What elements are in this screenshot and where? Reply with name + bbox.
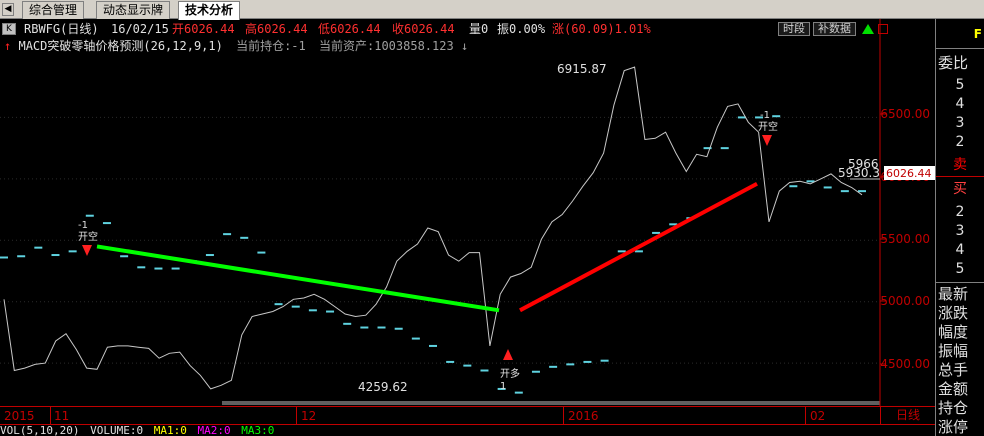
bid-ask-separator <box>936 176 984 177</box>
quote-stats: 最新 涨跌 幅度 振幅 总手 金额 持仓 涨停 <box>938 285 968 436</box>
stats-separator <box>936 282 984 283</box>
assets-value: 当前资产:1003858.123 <box>319 39 454 53</box>
price-chart[interactable]: 6500.00 6000.00 5500.00 5000.00 4500.00 … <box>0 0 935 406</box>
sell-level-4: 4 <box>955 96 965 112</box>
long-signal-arrow <box>503 349 513 360</box>
short-signal-1-arrow <box>82 245 92 256</box>
symbol: RBWFG(日线) <box>24 22 99 36</box>
price-tick: 4500.00 <box>880 357 930 371</box>
stat-amplitude: 振幅 <box>938 342 969 360</box>
price-tick: 5500.00 <box>880 232 930 246</box>
price-tick: 5000.00 <box>880 294 930 308</box>
price-tick: 6500.00 <box>880 107 930 121</box>
close-price: 收6026.44 <box>392 22 455 36</box>
stat-latest: 最新 <box>938 285 969 303</box>
current-price-value: 6026.44 <box>886 167 932 180</box>
trading-app: ◀ 综合管理 动态显示牌 技术分析 6500.00 6000.00 5500.0… <box>0 0 984 436</box>
time-tick: 12 <box>301 409 317 423</box>
time-tick: 2015 <box>4 409 35 423</box>
buy-level-4: 4 <box>955 242 965 258</box>
time-axis: 2015 11 12 2016 02 <box>0 406 935 425</box>
settings-square-icon[interactable] <box>878 24 888 34</box>
volume-indicator-row: VOL(5,10,20) VOLUME:0 MA1:0 MA2:0 MA3:0 <box>0 424 935 436</box>
stat-total-lots: 总手 <box>938 361 969 379</box>
indicator-row: ↑ MACD突破零轴价格预测(26,12,9,1) 当前持仓:-1 当前资产:1… <box>4 38 468 54</box>
short-signal-2-arrow <box>762 135 772 146</box>
sell-level-5: 5 <box>955 77 965 93</box>
price-axis: 6500.00 6000.00 5500.00 5000.00 4500.00 <box>880 107 930 371</box>
stat-change: 涨跌 <box>938 304 969 322</box>
buy-level-5: 5 <box>955 261 965 277</box>
short-signal-2-text: 开空 <box>758 120 778 133</box>
buy-level-2: 2 <box>955 204 965 220</box>
fill-data-button[interactable]: 补数据 <box>813 22 856 36</box>
time-tick: 11 <box>54 409 70 423</box>
quote-panel-letter: F <box>973 27 982 41</box>
scroll-bar[interactable] <box>222 401 880 405</box>
green-triangle-icon[interactable] <box>862 24 874 34</box>
volume-value: 量0 <box>469 22 489 36</box>
vol-indicator-name[interactable]: VOL(5,10,20) <box>0 424 79 436</box>
period-label[interactable]: 日线 <box>880 406 935 424</box>
volume-value: VOLUME:0 <box>90 424 144 436</box>
sell-level-2: 2 <box>955 134 965 150</box>
up-arrow-icon: ↑ <box>4 39 12 53</box>
period-button[interactable]: 时段 <box>778 22 810 36</box>
ma2-value: MA2:0 <box>197 424 231 436</box>
buy-level-3: 3 <box>955 223 965 239</box>
short-signal-1-text: 开空 <box>78 230 98 243</box>
red-trend-line <box>519 182 758 313</box>
stat-open-interest: 持仓 <box>938 399 969 417</box>
bar-date: 16/02/15 <box>111 22 169 36</box>
change-value: 涨(60.09)1.01% <box>552 22 651 36</box>
chart-grid <box>0 116 880 364</box>
stat-amount: 金额 <box>938 380 969 398</box>
buy-label: 买 <box>953 181 967 197</box>
long-signal-text: 开多 <box>500 367 520 380</box>
dash-marks <box>0 115 866 394</box>
high-price: 高6026.44 <box>245 22 308 36</box>
ma1-value: MA1:0 <box>153 424 187 436</box>
sell-label: 卖 <box>953 157 967 173</box>
quote-panel: F 委比 5 4 3 2 卖 买 2 3 4 5 最新 涨跌 幅度 振幅 总手 … <box>935 19 984 436</box>
low-price: 低6026.44 <box>318 22 381 36</box>
high-label: 6915.87 <box>557 62 607 76</box>
k-button[interactable]: K <box>2 23 16 35</box>
amplitude-value: 振0.00% <box>497 22 546 36</box>
quote-panel-header: F <box>936 19 984 49</box>
indicator-name[interactable]: MACD突破零轴价格预测(26,12,9,1) <box>18 39 222 53</box>
time-tick: 02 <box>810 409 826 423</box>
long-signal-num: 1 <box>500 381 506 392</box>
chart-header: K RBWFG(日线) 16/02/15 开6026.44 高6026.44 低… <box>0 20 880 38</box>
sell-level-3: 3 <box>955 115 965 131</box>
right-label-2: 5930.3 <box>838 166 880 180</box>
stat-range: 幅度 <box>938 323 969 341</box>
short-signal-1-num: -1 <box>78 220 88 231</box>
down-arrow-icon: ↓ <box>460 39 469 53</box>
order-ratio-label: 委比 <box>938 54 969 72</box>
time-tick: 2016 <box>568 409 599 423</box>
price-line <box>3 66 863 390</box>
short-signal-2-num: -1 <box>760 110 770 121</box>
open-price: 开6026.44 <box>172 22 235 36</box>
ma3-value: MA3:0 <box>241 424 275 436</box>
green-trend-line <box>96 244 500 313</box>
position-value: 当前持仓:-1 <box>236 39 306 53</box>
stat-limit-up: 涨停 <box>938 418 969 436</box>
low-label: 4259.62 <box>358 380 408 394</box>
